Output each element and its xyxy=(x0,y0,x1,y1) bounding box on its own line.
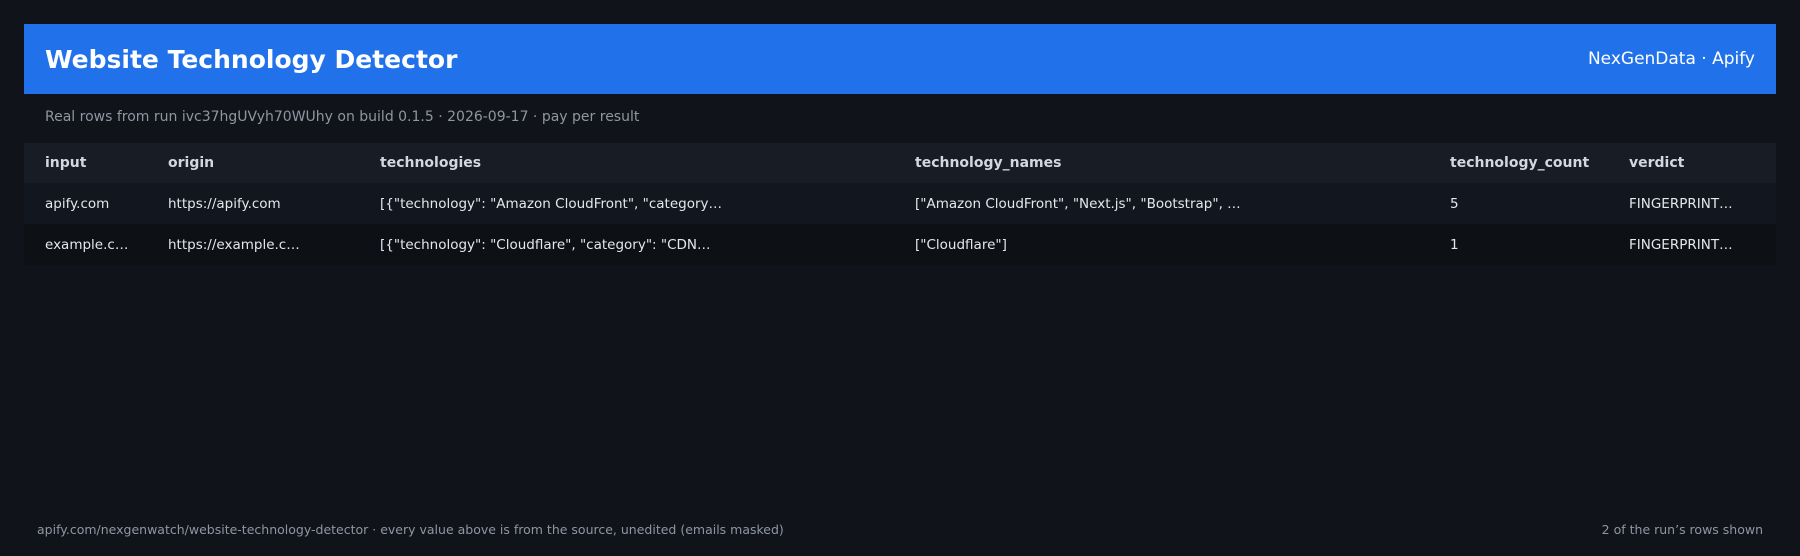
table-row[interactable]: apify.com https://apify.com [{"technolog… xyxy=(24,183,1776,224)
column-header-technologies: technologies xyxy=(380,155,482,171)
cell-verdict: FINGERPRINT… xyxy=(1629,236,1733,253)
cell-verdict: FINGERPRINT… xyxy=(1629,195,1733,212)
column-header-verdict: verdict xyxy=(1629,155,1685,171)
column-header-technology-names: technology_names xyxy=(915,155,1062,171)
brand-label: NexGenData · Apify xyxy=(1587,49,1755,69)
cell-technologies: [{"technology": "Amazon CloudFront", "ca… xyxy=(380,195,723,212)
table-header-row: input origin technologies technology_nam… xyxy=(24,143,1776,183)
column-header-technology-count: technology_count xyxy=(1450,155,1590,171)
cell-technologies: [{"technology": "Cloudflare", "category"… xyxy=(380,236,711,253)
app-header: Website Technology Detector NexGenData ·… xyxy=(24,24,1776,94)
cell-technology-count: 1 xyxy=(1450,236,1459,253)
page-title: Website Technology Detector xyxy=(45,44,458,74)
footer-source-note: apify.com/nexgenwatch/website-technology… xyxy=(37,522,784,537)
column-header-input: input xyxy=(45,155,87,171)
cell-input: apify.com xyxy=(45,195,110,212)
table-row[interactable]: example.c… https://example.c… [{"technol… xyxy=(24,224,1776,265)
cell-origin: https://apify.com xyxy=(168,195,281,212)
results-table: input origin technologies technology_nam… xyxy=(24,143,1776,265)
footer-row-count: 2 of the run’s rows shown xyxy=(1601,522,1763,537)
cell-input: example.c… xyxy=(45,236,129,253)
cell-technology-names: ["Cloudflare"] xyxy=(915,236,1007,253)
cell-technology-count: 5 xyxy=(1450,195,1459,212)
run-info-subtitle: Real rows from run ivc37hgUVyh70WUhy on … xyxy=(45,109,640,125)
cell-technology-names: ["Amazon CloudFront", "Next.js", "Bootst… xyxy=(915,195,1241,212)
cell-origin: https://example.c… xyxy=(168,236,300,253)
column-header-origin: origin xyxy=(168,155,215,171)
